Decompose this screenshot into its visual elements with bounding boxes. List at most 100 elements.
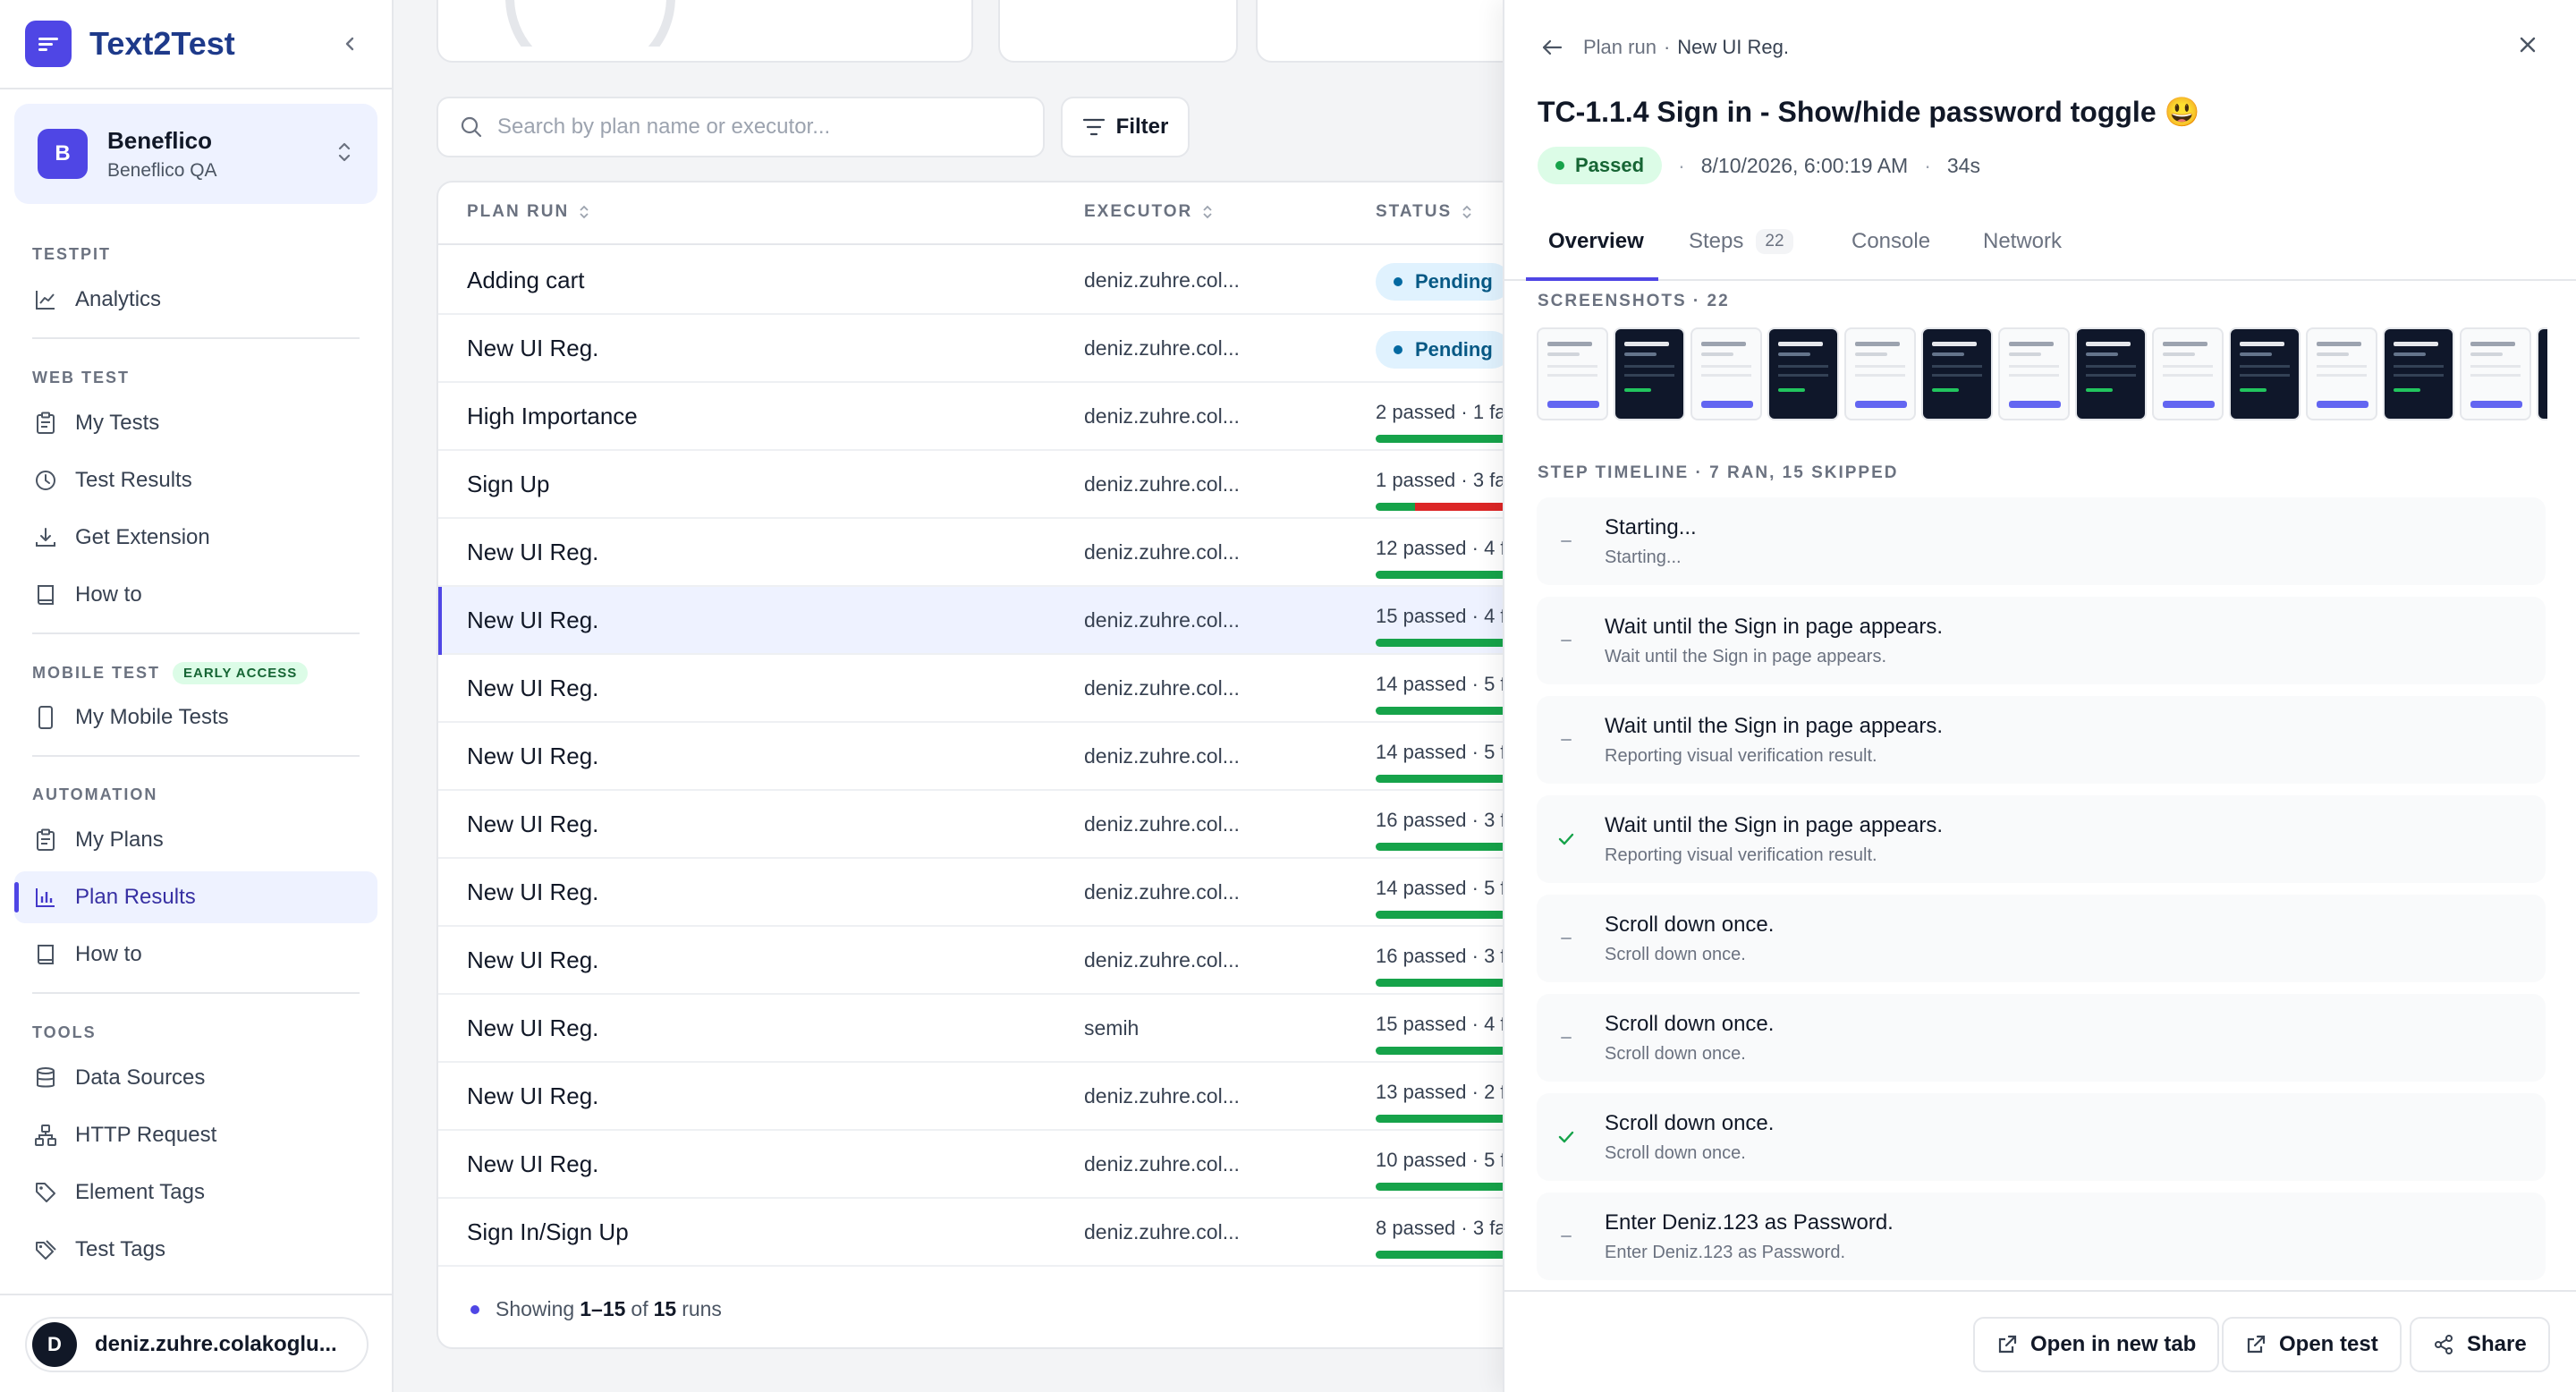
breadcrumb-root[interactable]: Plan run [1583,36,1657,59]
phone-icon [32,704,59,731]
table-row[interactable]: Sign In/Sign Up deniz.zuhre.col... 8 passe… [438,1199,1562,1267]
table-row[interactable]: High Importance deniz.zuhre.col... 2 passe… [438,383,1562,451]
table-row[interactable]: New UI Reg. deniz.zuhre.col... 16 passed ·… [438,927,1562,995]
network-icon [32,1122,59,1149]
screenshot-thumbnail[interactable] [2152,327,2224,420]
step-title: Enter Deniz.123 as Password. [1605,1210,1894,1235]
thumb-button [2163,401,2215,408]
sort-icon [580,205,589,219]
step-title: Wait until the Sign in page appears. [1605,813,1944,837]
user-menu-button[interactable]: D deniz.zuhre.colakoglu... [25,1317,369,1372]
collapse-sidebar-button[interactable] [333,26,369,62]
screenshot-thumbnail[interactable] [1844,327,1916,420]
screenshot-thumbnail[interactable] [2537,327,2547,420]
tab-steps[interactable]: Steps 22 [1689,229,1793,254]
sidebar-item-test-results[interactable]: Test Results [14,454,377,506]
open-in-new-tab-button[interactable]: Open in new tab [1973,1317,2220,1372]
screenshot-thumbnail[interactable] [1690,327,1762,420]
footer-runs: runs [682,1297,722,1320]
table-row[interactable]: Adding cart deniz.zuhre.col... Pending [438,247,1562,315]
screenshot-thumbnail[interactable] [1998,327,2070,420]
section-webtest: WEB TEST [32,369,130,386]
check-icon [1556,1127,1576,1147]
table-row[interactable]: New UI Reg. deniz.zuhre.col... 14 passed ·… [438,723,1562,791]
column-header-executor[interactable]: EXECUTOR [1084,202,1214,222]
sidebar-item-my-tests[interactable]: My Tests [14,397,377,449]
thumb-line [2394,342,2438,346]
timeline-step[interactable]: Wait until the Sign in page appears. Repo… [1537,795,2546,883]
table-row[interactable]: New UI Reg. deniz.zuhre.col... 15 passed ·… [438,587,1562,655]
sidebar-item-how-to-web[interactable]: How to [14,569,377,621]
sidebar-item-my-mobile-tests[interactable]: My Mobile Tests [14,692,377,743]
sidebar-item-my-plans[interactable]: My Plans [14,814,377,866]
timeline-step[interactable]: Enter Deniz.123 as Password. Enter Deniz.… [1537,1193,2546,1280]
tab-console[interactable]: Console [1852,229,1930,254]
timeline-step[interactable]: Starting... Starting... [1537,497,2546,585]
timeline-step[interactable]: Scroll down once. Scroll down once. [1537,994,2546,1082]
sidebar-item-data-sources[interactable]: Data Sources [14,1052,377,1104]
section-automation: AUTOMATION [32,785,158,803]
summary-card [998,0,1238,63]
step-subtitle: Starting... [1605,547,1682,567]
sidebar-item-analytics[interactable]: Analytics [14,274,377,326]
timeline-step[interactable]: Wait until the Sign in page appears. Wait… [1537,597,2546,684]
share-icon [2433,1334,2454,1355]
open-test-button[interactable]: Open test [2222,1317,2402,1372]
search-icon [461,116,482,138]
column-header-status[interactable]: STATUS [1376,202,1473,222]
table-row[interactable]: New UI Reg. semih 15 passed · 4 fa [438,995,1562,1063]
timeline-step[interactable]: Wait until the Sign in page appears. Repo… [1537,696,2546,784]
thumb-line [1855,352,1887,356]
plan-run-name: New UI Reg. [467,743,599,769]
screenshot-thumbnail[interactable] [1921,327,1993,420]
screenshot-thumbnail[interactable] [2383,327,2454,420]
table-row[interactable]: New UI Reg. deniz.zuhre.col... 14 passed ·… [438,655,1562,723]
org-switcher[interactable]: B Beneflico Beneflico QA [14,104,377,204]
tab-overview[interactable]: Overview [1548,229,1644,254]
search-input[interactable] [497,115,998,140]
run-detail-panel: Plan run · New UI Reg. TC-1.1.4 Sign in … [1503,0,2576,1392]
table-row[interactable]: New UI Reg. deniz.zuhre.col... 14 passed ·… [438,859,1562,927]
run-duration: 34s [1946,153,1980,177]
screenshot-thumbnail[interactable] [2460,327,2531,420]
table-row[interactable]: New UI Reg. deniz.zuhre.col... Pending [438,315,1562,383]
executor-name: deniz.zuhre.col... [1084,268,1240,292]
screenshot-thumbnail[interactable] [2075,327,2147,420]
table-row[interactable]: New UI Reg. deniz.zuhre.col... 16 passed ·… [438,791,1562,859]
sidebar-item-label: How to [75,942,142,966]
screenshot-thumbnail[interactable] [2306,327,2377,420]
sidebar-item-element-tags[interactable]: Element Tags [14,1167,377,1218]
sidebar-item-how-to-automation[interactable]: How to [14,929,377,980]
close-panel-button[interactable] [2517,34,2538,60]
table-row[interactable]: New UI Reg. deniz.zuhre.col... 13 passed ·… [438,1063,1562,1131]
step-subtitle: Reporting visual verification result. [1605,746,1877,766]
plan-runs-table: PLAN RUN EXECUTOR STATUS Adding cart deni… [436,181,1563,1349]
plan-run-name: New UI Reg. [467,811,599,837]
thumb-line [2317,352,2349,356]
screenshots-label: SCREENSHOTS · 22 [1538,292,1730,310]
filter-button[interactable]: Filter [1061,97,1190,157]
sidebar-item-get-extension[interactable]: Get Extension [14,512,377,564]
table-row[interactable]: New UI Reg. deniz.zuhre.col... 12 passed ·… [438,519,1562,587]
sidebar-divider [0,88,392,89]
timeline-step[interactable]: Scroll down once. Scroll down once. [1537,895,2546,982]
thumb-button [1855,401,1907,408]
screenshot-thumbnail[interactable] [1767,327,1839,420]
screenshot-thumbnail[interactable] [1537,327,1608,420]
table-row[interactable]: Sign Up deniz.zuhre.col... 1 passed · 3 fa… [438,451,1562,519]
sidebar-item-test-tags[interactable]: Test Tags [14,1224,377,1276]
screenshot-thumbnail[interactable] [2229,327,2301,420]
sidebar-item-http-request[interactable]: HTTP Request [14,1109,377,1161]
donut-chart-partial [505,0,675,47]
table-row[interactable]: New UI Reg. deniz.zuhre.col... 10 passed ·… [438,1131,1562,1199]
sidebar-item-plan-results[interactable]: Plan Results [14,871,377,923]
timeline-step[interactable]: Scroll down once. Scroll down once. [1537,1093,2546,1181]
back-button[interactable] [1540,38,1563,57]
share-button[interactable]: Share [2410,1317,2550,1372]
plan-run-name: New UI Reg. [467,1082,599,1109]
panel-footer: Open in new tab Open test Share [1504,1290,2576,1392]
screenshot-thumbnail[interactable] [1614,327,1685,420]
bar-chart-icon [32,884,59,911]
column-header-plan-run[interactable]: PLAN RUN [467,202,590,222]
tab-network[interactable]: Network [1983,229,2062,254]
